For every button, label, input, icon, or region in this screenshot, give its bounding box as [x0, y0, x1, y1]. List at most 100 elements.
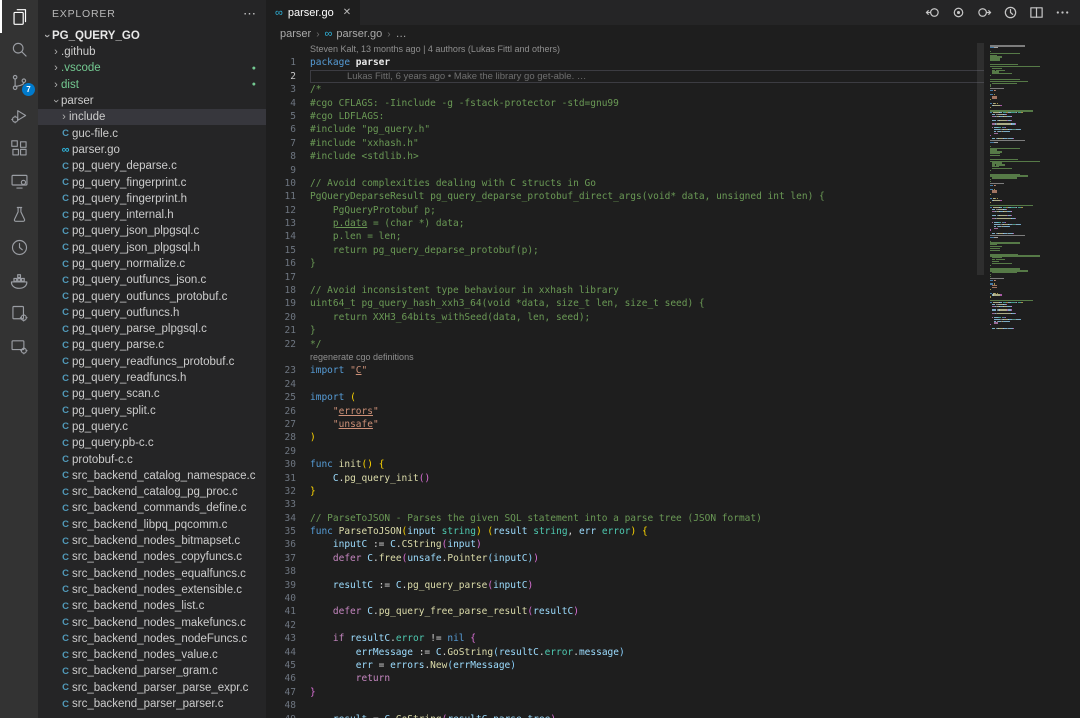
more-actions-icon[interactable]: ⋯	[243, 9, 256, 19]
sidebar-item-dist[interactable]: ›dist●	[38, 77, 266, 93]
sidebar-item-src-backend-nodes-copyfuncs-c[interactable]: Csrc_backend_nodes_copyfuncs.c	[38, 549, 266, 565]
sidebar-item-src-backend-commands-define-c[interactable]: Csrc_backend_commands_define.c	[38, 500, 266, 516]
code-line-18[interactable]: 18// Avoid inconsistent type behaviour i…	[266, 284, 990, 297]
open-changes-icon[interactable]	[951, 5, 966, 20]
tab-parser-go[interactable]: ∞ parser.go ✕	[266, 0, 360, 25]
code-line-24[interactable]: 24	[266, 378, 990, 391]
sidebar-item--vscode[interactable]: ›.vscode●	[38, 60, 266, 76]
codelens[interactable]: regenerate cgo definitions	[266, 351, 990, 364]
code-line-48[interactable]: 48	[266, 699, 990, 712]
code-line-43[interactable]: 43 if resultC.error != nil {	[266, 632, 990, 645]
code-line-10[interactable]: 10// Avoid complexities dealing with C s…	[266, 177, 990, 190]
code-line-41[interactable]: 41 defer C.pg_query_free_parse_result(re…	[266, 605, 990, 618]
code-line-4[interactable]: 4#cgo CFLAGS: -Iinclude -g -fstack-prote…	[266, 97, 990, 110]
sidebar-item-pg-query-fingerprint-c[interactable]: Cpg_query_fingerprint.c	[38, 174, 266, 190]
sidebar-item-pg-query-c[interactable]: Cpg_query.c	[38, 419, 266, 435]
sidebar-item-pg-query-outfuncs-protobuf-c[interactable]: Cpg_query_outfuncs_protobuf.c	[38, 288, 266, 304]
code-line-36[interactable]: 36 inputC := C.CString(input)	[266, 538, 990, 551]
code-line-22[interactable]: 22*/	[266, 338, 990, 351]
code-line-40[interactable]: 40	[266, 592, 990, 605]
code-line-30[interactable]: 30func init() {	[266, 458, 990, 471]
code-line-38[interactable]: 38	[266, 565, 990, 578]
sidebar-item--github[interactable]: ›.github	[38, 44, 266, 60]
minimap[interactable]	[984, 43, 1080, 718]
sidebar-item-pg-query-outfuncs-h[interactable]: Cpg_query_outfuncs.h	[38, 305, 266, 321]
code-line-31[interactable]: 31 C.pg_query_init()	[266, 472, 990, 485]
sidebar-item-pg-query-pb-c-c[interactable]: Cpg_query.pb-c.c	[38, 435, 266, 451]
code-line-17[interactable]: 17	[266, 271, 990, 284]
code-line-33[interactable]: 33	[266, 498, 990, 511]
sidebar-item-guc-file-c[interactable]: Cguc-file.c	[38, 125, 266, 141]
activity-containers-button[interactable]	[0, 297, 38, 330]
sidebar-item-pg-query-parse-plpgsql-c[interactable]: Cpg_query_parse_plpgsql.c	[38, 321, 266, 337]
open-changes-next-icon[interactable]	[977, 5, 992, 20]
code-line-1[interactable]: 1package parser	[266, 56, 990, 69]
code-line-12[interactable]: 12 PgQueryProtobuf p;	[266, 204, 990, 217]
sidebar-item-pg-query-split-c[interactable]: Cpg_query_split.c	[38, 403, 266, 419]
code-line-15[interactable]: 15 return pg_query_deparse_protobuf(p);	[266, 244, 990, 257]
code-line-39[interactable]: 39 resultC := C.pg_query_parse(inputC)	[266, 579, 990, 592]
code-line-20[interactable]: 20 return XXH3_64bits_withSeed(data, len…	[266, 311, 990, 324]
activity-testing-button[interactable]	[0, 198, 38, 231]
more-actions-icon[interactable]	[1055, 5, 1070, 20]
code-line-29[interactable]: 29	[266, 445, 990, 458]
sidebar-item-src-backend-catalog-namespace-c[interactable]: Csrc_backend_catalog_namespace.c	[38, 468, 266, 484]
code-line-27[interactable]: 27 "unsafe"	[266, 418, 990, 431]
code-line-47[interactable]: 47}	[266, 686, 990, 699]
open-changes-previous-icon[interactable]	[925, 5, 940, 20]
code-line-49[interactable]: 49 result = C.GoString(resultC.parse_tre…	[266, 713, 990, 718]
sidebar-item-pg-query-scan-c[interactable]: Cpg_query_scan.c	[38, 386, 266, 402]
sidebar-item-parser-go[interactable]: ∞parser.go	[38, 142, 266, 158]
code-line-35[interactable]: 35func ParseToJSON(input string) (result…	[266, 525, 990, 538]
breadcrumb-item-parser[interactable]: parser	[280, 28, 311, 40]
sidebar-item-include[interactable]: ›include	[38, 109, 266, 125]
code-line-23[interactable]: 23import "C"	[266, 364, 990, 377]
sidebar-item-src-backend-nodes-bitmapset-c[interactable]: Csrc_backend_nodes_bitmapset.c	[38, 533, 266, 549]
code-line-34[interactable]: 34// ParseToJSON - Parses the given SQL …	[266, 512, 990, 525]
code-line-25[interactable]: 25import (	[266, 391, 990, 404]
sidebar-item-pg-query-fingerprint-h[interactable]: Cpg_query_fingerprint.h	[38, 191, 266, 207]
codelens[interactable]: Steven Kalt, 13 months ago | 4 authors (…	[266, 43, 990, 56]
sidebar-item-pg-query-internal-h[interactable]: Cpg_query_internal.h	[38, 207, 266, 223]
close-icon[interactable]: ✕	[343, 7, 351, 18]
code-line-3[interactable]: 3/*	[266, 83, 990, 96]
sidebar-item-src-backend-parser-gram-c[interactable]: Csrc_backend_parser_gram.c	[38, 663, 266, 679]
sidebar-item-src-backend-catalog-pg-proc-c[interactable]: Csrc_backend_catalog_pg_proc.c	[38, 484, 266, 500]
sidebar-item-src-backend-libpq-pqcomm-c[interactable]: Csrc_backend_libpq_pqcomm.c	[38, 517, 266, 533]
sidebar-item-pg-query-readfuncs-protobuf-c[interactable]: Cpg_query_readfuncs_protobuf.c	[38, 354, 266, 370]
sidebar-item-src-backend-nodes-value-c[interactable]: Csrc_backend_nodes_value.c	[38, 647, 266, 663]
split-editor-icon[interactable]	[1029, 5, 1044, 20]
code-line-14[interactable]: 14 p.len = len;	[266, 230, 990, 243]
sidebar-item-src-backend-nodes-extensible-c[interactable]: Csrc_backend_nodes_extensible.c	[38, 582, 266, 598]
code-line-13[interactable]: 13 p.data = (char *) data;	[266, 217, 990, 230]
sidebar-item-src-backend-parser-parse-expr-c[interactable]: Csrc_backend_parser_parse_expr.c	[38, 680, 266, 696]
code-line-45[interactable]: 45 err = errors.New(errMessage)	[266, 659, 990, 672]
sidebar-item-pg-query-readfuncs-h[interactable]: Cpg_query_readfuncs.h	[38, 370, 266, 386]
sidebar-item-pg-query-json-plpgsql-h[interactable]: Cpg_query_json_plpgsql.h	[38, 240, 266, 256]
code-line-2[interactable]: 2Lukas Fittl, 6 years ago • Make the lib…	[266, 70, 990, 83]
file-history-icon[interactable]	[1003, 5, 1018, 20]
sidebar-item-parser[interactable]: ›parser	[38, 93, 266, 109]
code-line-7[interactable]: 7#include "xxhash.h"	[266, 137, 990, 150]
code-line-8[interactable]: 8#include <stdlib.h>	[266, 150, 990, 163]
activity-search-button[interactable]	[0, 33, 38, 66]
code-line-37[interactable]: 37 defer C.free(unsafe.Pointer(inputC))	[266, 552, 990, 565]
code-line-44[interactable]: 44 errMessage := C.GoString(resultC.erro…	[266, 646, 990, 659]
breadcrumb-item--[interactable]: …	[396, 28, 407, 40]
sidebar-item-pg-query-normalize-c[interactable]: Cpg_query_normalize.c	[38, 256, 266, 272]
sidebar-root-pg-query-go[interactable]: ›PG_QUERY_GO	[38, 27, 266, 44]
sidebar-item-src-backend-nodes-equalfuncs-c[interactable]: Csrc_backend_nodes_equalfuncs.c	[38, 566, 266, 582]
code-line-5[interactable]: 5#cgo LDFLAGS:	[266, 110, 990, 123]
activity-gitlens-button[interactable]	[0, 231, 38, 264]
code-line-9[interactable]: 9	[266, 164, 990, 177]
code-line-42[interactable]: 42	[266, 619, 990, 632]
sidebar-item-src-backend-nodes-makefuncs-c[interactable]: Csrc_backend_nodes_makefuncs.c	[38, 614, 266, 630]
sidebar-item-pg-query-parse-c[interactable]: Cpg_query_parse.c	[38, 337, 266, 353]
code-line-32[interactable]: 32}	[266, 485, 990, 498]
activity-run-debug-button[interactable]	[0, 99, 38, 132]
activity-extensions-button[interactable]	[0, 132, 38, 165]
sidebar-item-src-backend-nodes-list-c[interactable]: Csrc_backend_nodes_list.c	[38, 598, 266, 614]
sidebar-item-src-backend-nodes-nodefuncs-c[interactable]: Csrc_backend_nodes_nodeFuncs.c	[38, 631, 266, 647]
code-line-28[interactable]: 28)	[266, 431, 990, 444]
code-line-6[interactable]: 6#include "pg_query.h"	[266, 123, 990, 136]
